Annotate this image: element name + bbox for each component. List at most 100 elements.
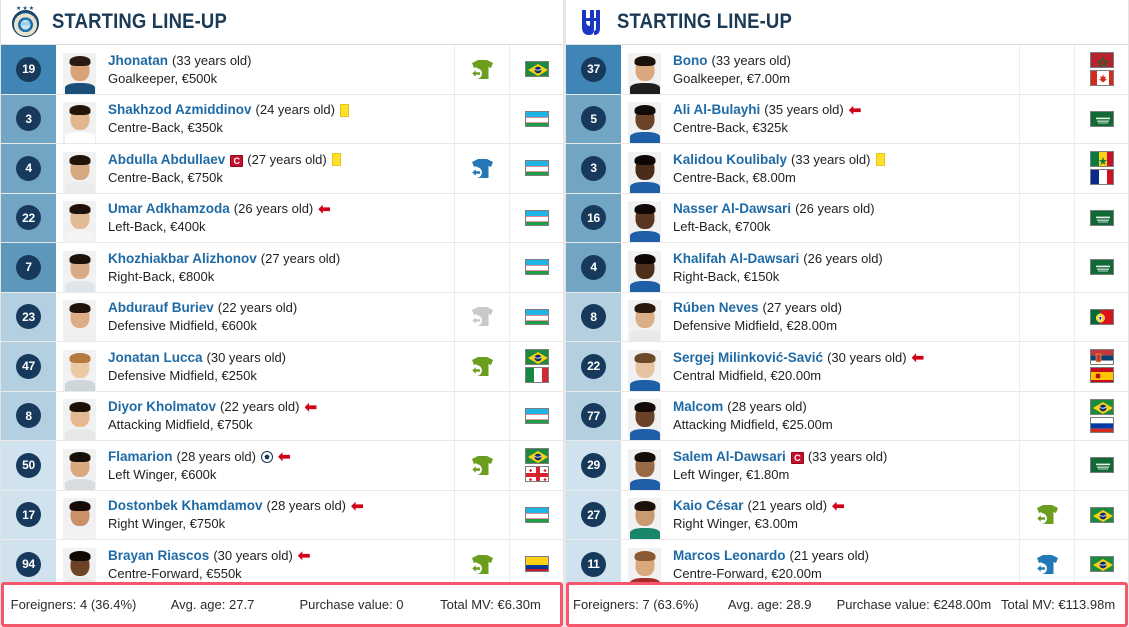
player-photo-cell[interactable] bbox=[56, 293, 97, 341]
player-name-link[interactable]: Rúben Neves bbox=[673, 300, 759, 316]
player-position-and-value: Defensive Midfield, €250k bbox=[108, 367, 257, 383]
player-photo-cell[interactable] bbox=[56, 194, 97, 242]
shirt-number-cell: 16 bbox=[566, 193, 621, 242]
player-photo-cell[interactable] bbox=[621, 243, 662, 292]
player-name-link[interactable]: Nasser Al-Dawsari bbox=[673, 201, 791, 217]
substitution-cell bbox=[1019, 94, 1074, 143]
player-photo-cell[interactable] bbox=[56, 95, 97, 143]
player-name-link[interactable]: Umar Adkhamzoda bbox=[108, 201, 230, 217]
player-photo-cell[interactable] bbox=[56, 392, 97, 440]
player-name-link[interactable]: Brayan Riascos bbox=[108, 548, 209, 564]
sub-in-green-shirt-icon[interactable] bbox=[470, 455, 495, 476]
table-row[interactable]: 5 Ali Al-Bulayhi (35 years old) Centre-Back… bbox=[566, 94, 1128, 144]
table-row[interactable]: 8 Diyor Kholmatov (22 years old) Attacking … bbox=[1, 391, 563, 441]
player-age: (24 years old) bbox=[255, 102, 335, 118]
player-info-cell: Khalifah Al-Dawsari (26 years old) Right-B… bbox=[662, 243, 1019, 292]
player-name-link[interactable]: Kalidou Koulibaly bbox=[673, 152, 787, 168]
table-row[interactable]: 16 Nasser Al-Dawsari (26 years old) Left-Ba… bbox=[566, 193, 1128, 243]
player-photo-cell[interactable] bbox=[621, 441, 662, 490]
player-photo-cell[interactable] bbox=[621, 45, 662, 94]
player-name-line: Bono (33 years old) bbox=[673, 53, 1019, 69]
sub-in-green-shirt-icon[interactable] bbox=[470, 554, 495, 575]
player-name-link[interactable]: Flamarion bbox=[108, 449, 173, 465]
player-name-link[interactable]: Khozhiakbar Alizhonov bbox=[108, 251, 257, 267]
player-photo-cell[interactable] bbox=[621, 392, 662, 440]
table-row[interactable]: 19 Jhonatan (33 years old) Goalkeeper, €500… bbox=[1, 45, 563, 95]
player-photo-cell[interactable] bbox=[621, 144, 662, 193]
player-photo-cell[interactable] bbox=[56, 491, 97, 539]
player-name-link[interactable]: Jonatan Lucca bbox=[108, 350, 203, 366]
nationality-flag-brazil-icon bbox=[1089, 398, 1114, 415]
shirt-number-badge: 77 bbox=[581, 403, 606, 429]
player-name-link[interactable]: Marcos Leonardo bbox=[673, 548, 786, 564]
table-row[interactable]: 27 Kaio César (21 years old) Right Winger, … bbox=[566, 490, 1128, 540]
player-photo-cell[interactable] bbox=[56, 45, 97, 94]
shirt-number-badge: 3 bbox=[16, 106, 41, 132]
nationality-cell bbox=[509, 193, 563, 242]
player-photo-cell[interactable] bbox=[621, 293, 662, 341]
sub-in-green-shirt-icon[interactable] bbox=[470, 356, 495, 377]
sub-out-blue-shirt-icon[interactable] bbox=[470, 158, 495, 179]
player-name-link[interactable]: Ali Al-Bulayhi bbox=[673, 102, 760, 118]
player-photo-cell[interactable] bbox=[621, 95, 662, 143]
table-row[interactable]: 3 Shakhzod Azmiddinov (24 years old) Centre… bbox=[1, 94, 563, 144]
table-row[interactable]: 37 Bono (33 years old) Goalkeeper, €7.00m bbox=[566, 45, 1128, 95]
player-name-link[interactable]: Dostonbek Khamdamov bbox=[108, 498, 263, 514]
player-name-link[interactable]: Abdulla Abdullaev bbox=[108, 152, 225, 168]
table-row[interactable]: 22 Umar Adkhamzoda (26 years old) Left-Back… bbox=[1, 193, 563, 243]
table-row[interactable]: 3 Kalidou Koulibaly (33 years old) Centre-B… bbox=[566, 144, 1128, 194]
player-photo-cell[interactable] bbox=[621, 194, 662, 242]
player-name-link[interactable]: Salem Al-Dawsari bbox=[673, 449, 786, 465]
sub-grey-shirt-icon[interactable] bbox=[470, 306, 495, 327]
player-name-line: Abdulla Abdullaev C (27 years old) bbox=[108, 152, 454, 168]
player-name-link[interactable]: Jhonatan bbox=[108, 53, 168, 69]
player-name-link[interactable]: Malcom bbox=[673, 399, 723, 415]
nationality-flag-saudi-icon bbox=[1089, 110, 1114, 127]
player-photo-cell[interactable] bbox=[56, 342, 97, 391]
substitution-cell bbox=[454, 193, 509, 242]
table-row[interactable]: 4 Khalifah Al-Dawsari (26 years old) Right-… bbox=[566, 243, 1128, 293]
player-name-link[interactable]: Abdurauf Buriev bbox=[108, 300, 214, 316]
substitution-cell bbox=[1019, 45, 1074, 94]
player-position-and-value: Left Winger, €600k bbox=[108, 466, 217, 482]
table-row[interactable]: 50 Flamarion (28 years old) Left Winger, €6… bbox=[1, 441, 563, 491]
player-photo-cell[interactable] bbox=[621, 491, 662, 539]
shirt-number-cell: 23 bbox=[1, 292, 56, 341]
table-row[interactable]: 29 Salem Al-Dawsari C (33 years old) Left Wi… bbox=[566, 441, 1128, 491]
away-total-mv-stat: Total MV: €113.98m bbox=[1001, 597, 1116, 612]
sub-in-green-shirt-icon[interactable] bbox=[1035, 504, 1060, 525]
player-name-link[interactable]: Bono bbox=[673, 53, 708, 69]
sub-out-blue-shirt-icon[interactable] bbox=[1035, 554, 1060, 575]
table-row[interactable]: 22 Sergej Milinković-Savić (30 years old) C… bbox=[566, 342, 1128, 392]
nationality-flag-russia-icon bbox=[1089, 416, 1114, 433]
player-name-line: Jhonatan (33 years old) bbox=[108, 53, 454, 69]
table-row[interactable]: 77 Malcom (28 years old) Attacking Midfield… bbox=[566, 391, 1128, 441]
substitution-cell bbox=[1019, 342, 1074, 391]
shirt-number-cell: 27 bbox=[566, 490, 621, 539]
nationality-cell bbox=[1074, 441, 1128, 490]
player-photo-cell[interactable] bbox=[56, 243, 97, 292]
player-photo-cell[interactable] bbox=[621, 342, 662, 391]
player-name-link[interactable]: Diyor Kholmatov bbox=[108, 399, 216, 415]
shirt-number-badge: 94 bbox=[16, 551, 41, 577]
table-row[interactable]: 8 Rúben Neves (27 years old) Defensive Midf… bbox=[566, 292, 1128, 342]
player-name-link[interactable]: Sergej Milinković-Savić bbox=[673, 350, 823, 366]
table-row[interactable]: 7 Khozhiakbar Alizhonov (27 years old) Righ… bbox=[1, 243, 563, 293]
sub-in-green-shirt-icon[interactable] bbox=[470, 59, 495, 80]
yellow-card-icon bbox=[331, 153, 341, 167]
table-row[interactable]: 47 Jonatan Lucca (30 years old) Defensive M… bbox=[1, 342, 563, 392]
player-photo-cell[interactable] bbox=[56, 144, 97, 193]
table-row[interactable]: 17 Dostonbek Khamdamov (28 years old) Right… bbox=[1, 490, 563, 540]
table-row[interactable]: 23 Abdurauf Buriev (22 years old) Defensive… bbox=[1, 292, 563, 342]
player-age: (30 years old) bbox=[213, 547, 293, 563]
player-photo-cell[interactable] bbox=[56, 441, 97, 490]
player-name-link[interactable]: Khalifah Al-Dawsari bbox=[673, 251, 799, 267]
player-info-cell: Malcom (28 years old) Attacking Midfield, … bbox=[662, 392, 1019, 441]
player-name-link[interactable]: Shakhzod Azmiddinov bbox=[108, 102, 252, 118]
avatar bbox=[628, 498, 661, 539]
table-row[interactable]: 4 Abdulla Abdullaev C (27 years old) Centre-… bbox=[1, 144, 563, 194]
player-info-cell: Salem Al-Dawsari C (33 years old) Left Wing… bbox=[662, 441, 1019, 490]
player-name-link[interactable]: Kaio César bbox=[673, 498, 744, 514]
avatar bbox=[63, 498, 96, 539]
away-foreigners-stat: Foreigners: 7 (63.6%) bbox=[573, 597, 699, 612]
